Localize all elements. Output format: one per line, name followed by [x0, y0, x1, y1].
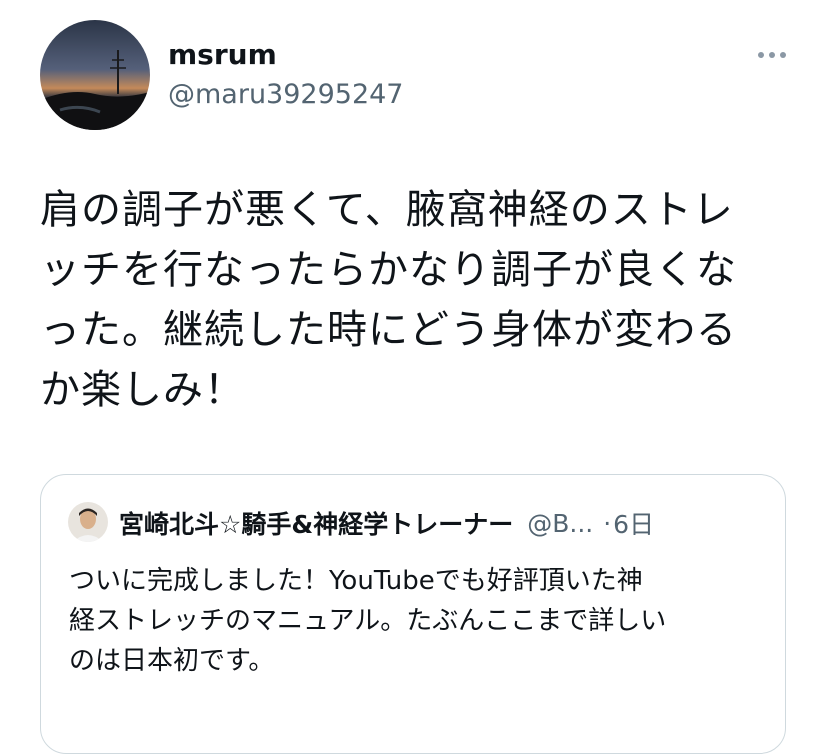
quoted-tweet-text: ついに完成しました！YouTubeでも好評頂いた神 経ストレッチのマニュアル。た… — [69, 566, 667, 676]
more-dots-icon — [758, 52, 786, 58]
author-avatar[interactable] — [40, 20, 150, 130]
quoted-timestamp[interactable]: 6日 — [613, 505, 654, 541]
quoted-tweet-header: 宮崎北斗☆騎手&神経学トレーナー @B... · 6日 — [119, 505, 767, 541]
quoted-author-handle[interactable]: @B... — [527, 509, 593, 538]
avatar-photo — [40, 20, 150, 130]
quoted-tweet-card[interactable]: 宮崎北斗☆騎手&神経学トレーナー @B... · 6日 ついに完成しました！Yo… — [40, 474, 786, 754]
quoted-avatar-photo — [68, 502, 108, 542]
quoted-author-avatar[interactable] — [68, 502, 108, 542]
tweet-text: 肩の調子が悪くて、腋窩神経のストレ ッチを行なったらかなり調子が良くな った。継… — [40, 187, 737, 413]
quoted-separator: · — [603, 508, 612, 538]
author-display-name[interactable]: msrum — [168, 38, 277, 72]
author-handle[interactable]: @maru39295247 — [168, 78, 404, 112]
more-options-button[interactable] — [750, 40, 794, 70]
quoted-author-name[interactable]: 宮崎北斗☆騎手&神経学トレーナー — [119, 505, 513, 541]
